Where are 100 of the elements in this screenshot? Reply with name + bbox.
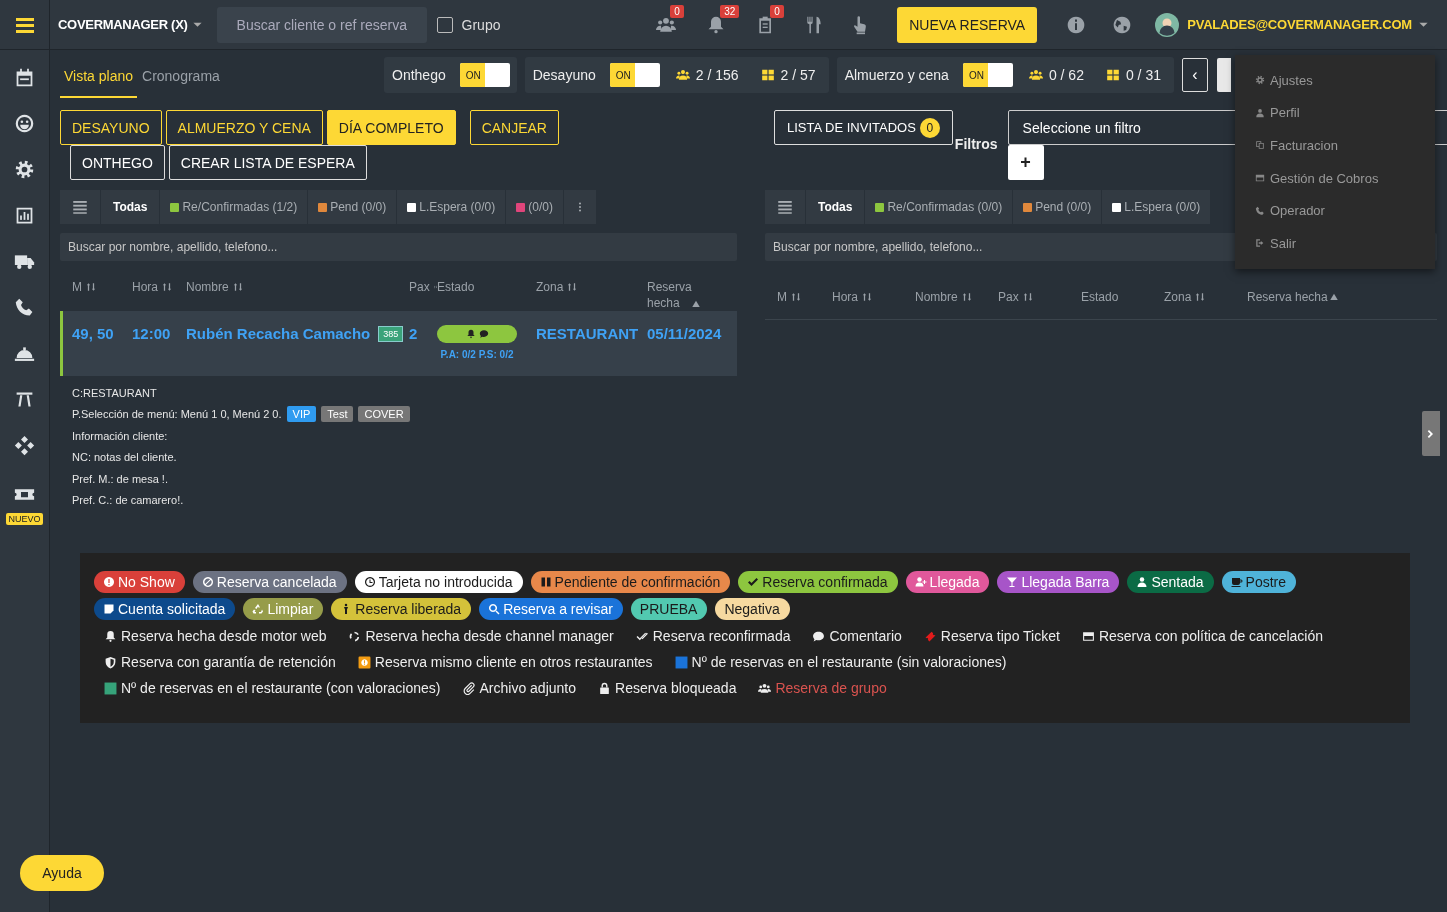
- filters-label: Filtros: [954, 136, 998, 152]
- covers-count: 0 / 62: [1048, 67, 1084, 83]
- column-header[interactable]: M: [72, 279, 82, 295]
- count-badge: 32: [720, 4, 740, 18]
- covers-count: 2 / 156: [695, 67, 739, 83]
- table-cell-text: 12:00: [132, 325, 172, 343]
- menu-item[interactable]: Ajustes: [1235, 64, 1435, 97]
- restaurant-selector[interactable]: COVERMANAGER (X): [54, 17, 207, 32]
- status-pill: Llegada: [905, 571, 990, 593]
- service-button[interactable]: CANJEAR: [469, 110, 559, 145]
- search-field[interactable]: Buscar por nombre, apellido, telefono...: [60, 233, 737, 261]
- legend-label: Nº de reservas en el restaurante (con valoraciones): [121, 680, 441, 696]
- service-name: Desayuno: [532, 67, 596, 83]
- tables-count: 2 / 57: [780, 67, 816, 83]
- reservation-row[interactable]: 49, 50 12:00 Rubén Recacha Camacho 385 2 P.A: 0/2 P.S: 0/2 RESTAURANT 05/11/2024: [60, 311, 737, 376]
- service-button[interactable]: ONTHEGO: [70, 145, 165, 180]
- detail-text: C:RESTAURANT: [72, 386, 157, 399]
- new-badge: NUEVO: [6, 512, 43, 525]
- service-button[interactable]: ALMUERZO Y CENA: [165, 110, 323, 145]
- column-header[interactable]: Zona: [1164, 289, 1192, 305]
- new-reservation-button[interactable]: NUEVA RESERVA: [897, 6, 1038, 43]
- view-tab[interactable]: Vista plano: [60, 56, 137, 98]
- status-pill: Postre: [1221, 571, 1297, 593]
- status-pill: Reserva liberada: [331, 598, 472, 620]
- service-button[interactable]: DÍA COMPLETO: [326, 110, 456, 145]
- tables-count: 0 / 31: [1125, 67, 1161, 83]
- column-header[interactable]: Reserva hecha: [647, 279, 693, 311]
- previous-button[interactable]: ‹: [1181, 58, 1208, 92]
- count-badge: 0: [770, 4, 784, 18]
- checkbox-label: Grupo: [461, 16, 501, 33]
- toggle-switch[interactable]: ON: [962, 63, 1013, 87]
- status-filter-tab[interactable]: Pend (0/0): [1013, 190, 1102, 224]
- column-header[interactable]: Nombre: [186, 279, 229, 295]
- guest-list-button[interactable]: LISTA DE INVITADOS 0: [774, 110, 953, 145]
- service-button[interactable]: CREAR LISTA DE ESPERA: [168, 145, 367, 180]
- legend-label: Comentario: [829, 628, 902, 644]
- status-pill: Reserva cancelada: [192, 571, 347, 593]
- add-button[interactable]: +: [1007, 145, 1044, 180]
- view-tab[interactable]: Cronograma: [137, 56, 225, 98]
- status-pill: Cuenta solicitada: [94, 598, 236, 620]
- menu-item[interactable]: Gestión de Cobros: [1235, 161, 1435, 195]
- menu-item[interactable]: Operador: [1235, 194, 1435, 227]
- detail-text: P.Selección de menú: Menú 1 0, Menú 2 0.: [72, 408, 282, 421]
- help-button[interactable]: Ayuda: [20, 855, 104, 891]
- legend-label: Reserva reconfirmada: [652, 628, 791, 644]
- tag: VIP: [286, 406, 317, 423]
- service-name: Almuerzo y cena: [844, 67, 949, 83]
- tag: Test: [321, 406, 354, 423]
- column-header[interactable]: M: [777, 289, 787, 305]
- status-filter-tab[interactable]: L.Espera (0/0): [1102, 190, 1211, 224]
- detail-text: NC: notas del cliente.: [72, 451, 177, 464]
- column-header[interactable]: Hora: [132, 279, 158, 295]
- tag: COVER: [358, 406, 410, 423]
- status-pill: Tarjeta no introducida: [354, 571, 523, 593]
- table-cell-text: 49, 50: [72, 325, 115, 343]
- legend-label: Archivo adjunto: [479, 680, 576, 696]
- column-header[interactable]: Zona: [536, 279, 564, 295]
- table-cell-text: RESTAURANT: [536, 325, 640, 343]
- column-header[interactable]: Estado: [1081, 289, 1119, 305]
- legend-label: Nº de reservas en el restaurante (sin valoraciones): [691, 654, 1007, 670]
- status-pill: Reserva a revisar: [479, 598, 623, 620]
- status-pill: Llegada Barra: [997, 571, 1120, 593]
- status-pill: No Show: [94, 571, 185, 593]
- detail-text: Pref. C.: de camarero!.: [72, 494, 184, 507]
- column-header[interactable]: Pax: [998, 289, 1019, 305]
- status-pill: Limpiar: [243, 598, 324, 620]
- visits-badge: 385: [378, 326, 404, 342]
- column-header[interactable]: Pax: [409, 279, 430, 295]
- status-filter-tab[interactable]: Re/Confirmadas (1/2): [160, 190, 308, 224]
- column-header[interactable]: Hora: [832, 289, 858, 305]
- status-filter-tab[interactable]: Pend (0/0): [308, 190, 397, 224]
- status-filter-tab[interactable]: L.Espera (0/0): [397, 190, 506, 224]
- service-name: Onthego: [392, 67, 446, 83]
- legend-label: Reserva con política de cancelación: [1098, 628, 1324, 644]
- status-pill: PRUEBA: [630, 598, 708, 620]
- legend-label: Reserva de grupo: [775, 680, 887, 696]
- column-header[interactable]: Nombre: [915, 289, 958, 305]
- table-cell-text: 2: [409, 325, 419, 343]
- status-pill: Pendiente de confirmación: [530, 571, 731, 593]
- legend-label: Reserva hecha desde motor web: [121, 628, 327, 644]
- toggle-switch[interactable]: ON: [609, 63, 660, 87]
- service-button[interactable]: DESAYUNO: [60, 110, 162, 145]
- detail-text: Pref. M.: de mesa !.: [72, 472, 168, 485]
- status-filter-tab[interactable]: Todas: [806, 190, 865, 224]
- guest-name[interactable]: Rubén Recacha Camacho: [186, 325, 371, 343]
- status-pill: Sentada: [1127, 571, 1214, 593]
- payment-status: P.A: 0/2 P.S: 0/2: [440, 349, 514, 360]
- toggle-switch[interactable]: ON: [459, 63, 510, 87]
- count-badge: 0: [670, 4, 684, 18]
- legend-label: Reserva con garantía de retención: [121, 654, 336, 670]
- status-filter-tab[interactable]: Re/Confirmadas (0/0): [865, 190, 1013, 224]
- column-header[interactable]: Reserva hecha: [1247, 289, 1328, 305]
- legend-label: Reserva bloqueada: [615, 680, 737, 696]
- user-menu-button[interactable]: PVALADES@COVERMANAGER.COM: [1179, 17, 1429, 32]
- search-field[interactable]: Buscar cliente o ref reserva: [216, 6, 427, 43]
- column-header[interactable]: Estado: [437, 279, 475, 295]
- legend-label: Reserva tipo Ticket: [940, 628, 1060, 644]
- status-filter-tab[interactable]: Todas: [101, 190, 160, 224]
- status-filter-tab[interactable]: (0/0): [506, 190, 563, 224]
- legend-label: Reserva mismo cliente en otros restaurantes: [374, 654, 653, 670]
